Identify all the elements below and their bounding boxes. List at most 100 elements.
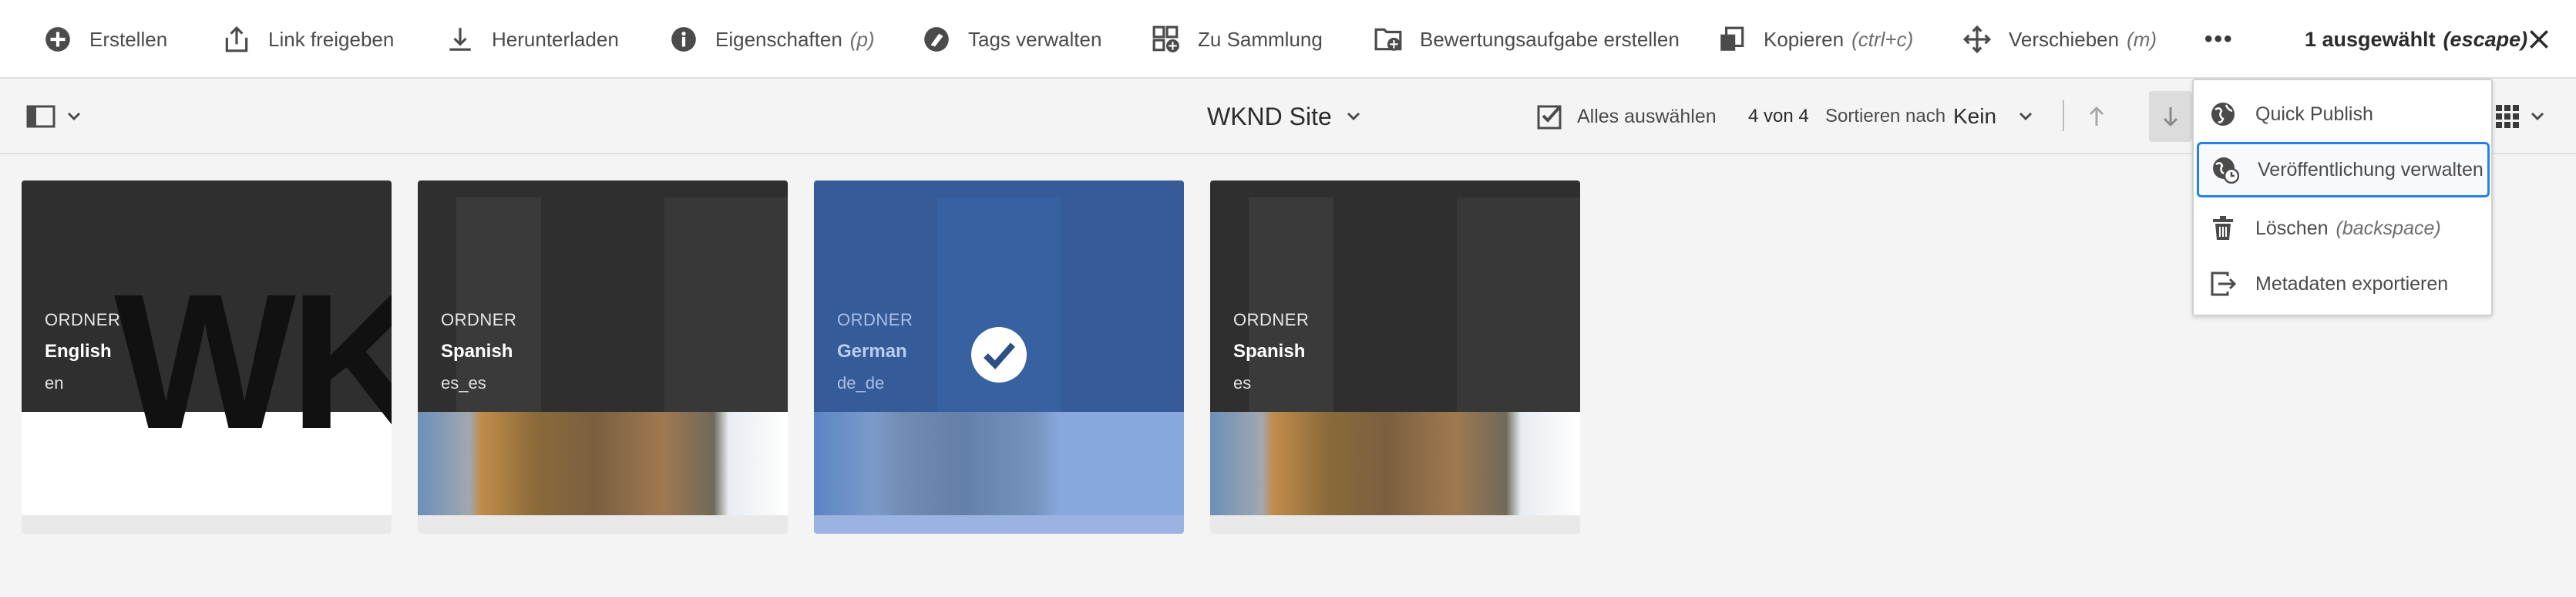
copy-icon — [1720, 26, 1744, 51]
add-circle-icon — [45, 27, 70, 52]
create-label: Erstellen — [89, 27, 168, 51]
menu-item-shortcut: (backspace) — [2336, 217, 2441, 239]
grid-view-icon — [2496, 105, 2519, 128]
card-text: ORDNER Spanish es_es — [441, 310, 516, 393]
card-code: en — [45, 373, 64, 393]
share-icon — [225, 25, 248, 52]
card-text: ORDNER English en — [45, 310, 120, 393]
sort-value: Kein — [1953, 104, 1997, 128]
site-title-dropdown[interactable]: WKND Site — [1207, 97, 1361, 136]
download-button[interactable]: Herunterladen — [446, 0, 619, 79]
manage-tags-label: Tags verwalten — [968, 27, 1102, 51]
menu-item-delete[interactable]: Löschen (backspace) — [2197, 201, 2490, 256]
close-selection-button[interactable] — [2527, 0, 2551, 79]
card-text: ORDNER German de_de — [837, 310, 913, 393]
selection-count: 1 ausgewählt (escape) — [2305, 0, 2527, 79]
menu-item-label: Metadaten exportieren — [2255, 272, 2449, 295]
manage-tags-button[interactable]: Tags verwalten — [922, 0, 1101, 79]
more-actions-menu: Quick Publish Veröffentlichung verwalten… — [2192, 79, 2493, 316]
card-type: ORDNER — [441, 310, 517, 329]
properties-label: Eigenschaften — [715, 27, 842, 51]
create-review-task-button[interactable]: Bewertungsaufgabe erstellen — [1374, 0, 1680, 79]
more-actions-button[interactable]: ••• — [2204, 0, 2234, 79]
selection-footer — [814, 515, 1184, 534]
card-code: es_es — [441, 373, 486, 393]
folder-card-selected[interactable]: ORDNER German de_de — [814, 180, 1184, 534]
more-icon: ••• — [2204, 26, 2234, 52]
thumbnail-shade — [1457, 197, 1580, 412]
arrow-down-icon — [2163, 107, 2178, 127]
trash-icon — [2213, 216, 2233, 240]
close-icon — [2530, 30, 2548, 49]
sort-dropdown[interactable]: Kein — [1953, 99, 2033, 134]
properties-shortcut: (p) — [849, 27, 875, 51]
move-label: Verschieben — [2009, 27, 2120, 51]
copy-shortcut: (ctrl+c) — [1851, 27, 1914, 51]
copy-button[interactable]: Kopieren (ctrl+c) — [1717, 0, 1913, 79]
card-thumbnail: ORDNER German de_de — [814, 180, 1184, 515]
share-link-button[interactable]: Link freigeben — [222, 0, 394, 79]
selection-count-shortcut: (escape) — [2443, 27, 2528, 51]
card-title: German — [837, 341, 907, 362]
move-icon — [1962, 25, 1992, 54]
thumbnail-shade — [664, 197, 788, 412]
card-title: English — [45, 341, 112, 362]
menu-item-label: Veröffentlichung verwalten — [2258, 158, 2484, 180]
folder-card[interactable]: WKN ORDNER English en — [22, 180, 392, 534]
share-link-label: Link freigeben — [268, 27, 395, 51]
card-code: es — [1233, 373, 1252, 393]
sort-label: Sortieren nach — [1825, 99, 1945, 134]
content-toolbar: WKND Site Alles auswählen 4 von 4 Sortie… — [0, 79, 2576, 154]
card-type: ORDNER — [1233, 310, 1310, 329]
move-shortcut: (m) — [2127, 27, 2157, 51]
checkbox-icon — [1537, 105, 1562, 130]
select-all-button[interactable]: Alles auswählen — [1537, 99, 1717, 134]
download-label: Herunterladen — [492, 27, 619, 51]
chevron-down-icon — [67, 112, 81, 121]
toolbar-divider — [2063, 100, 2064, 131]
selection-count-label: 1 ausgewählt — [2305, 27, 2436, 51]
export-icon — [2211, 272, 2237, 296]
menu-item-quick-publish[interactable]: Quick Publish — [2197, 86, 2490, 142]
create-button[interactable]: Erstellen — [43, 0, 167, 79]
card-thumbnail: ORDNER Spanish es — [1210, 180, 1580, 515]
arrow-up-icon — [2089, 106, 2104, 126]
sort-label-text: Sortieren nach — [1825, 106, 1946, 126]
thumbnail-image — [1210, 412, 1580, 515]
view-switcher-button[interactable] — [2494, 99, 2545, 134]
add-to-collection-label: Zu Sammlung — [1198, 27, 1323, 51]
menu-item-manage-publication[interactable]: Veröffentlichung verwalten — [2197, 142, 2490, 197]
tag-icon — [924, 27, 949, 52]
download-icon — [449, 28, 471, 51]
globe-clock-icon — [2213, 157, 2239, 184]
menu-item-export-metadata[interactable]: Metadaten exportieren — [2197, 256, 2490, 312]
chevron-down-icon — [2019, 112, 2033, 121]
chevron-down-icon — [1347, 112, 1360, 121]
card-title: Spanish — [441, 341, 513, 362]
card-text: ORDNER Spanish es — [1233, 310, 1309, 393]
collection-add-icon — [1152, 25, 1179, 52]
menu-item-label: Quick Publish — [2255, 103, 2373, 125]
add-to-collection-button[interactable]: Zu Sammlung — [1152, 0, 1323, 79]
card-thumbnail: ORDNER Spanish es_es — [418, 180, 788, 515]
info-icon — [671, 27, 696, 52]
folder-card[interactable]: ORDNER Spanish es — [1210, 180, 1580, 534]
properties-button[interactable]: Eigenschaften (p) — [669, 0, 875, 79]
globe-icon — [2211, 103, 2235, 126]
item-count: 4 von 4 — [1748, 99, 1809, 134]
chevron-down-icon — [2531, 112, 2544, 121]
card-type: ORDNER — [837, 310, 913, 329]
sort-ascending-button[interactable] — [2081, 99, 2112, 134]
sort-descending-button[interactable] — [2149, 91, 2192, 142]
rail-toggle-button[interactable] — [26, 99, 82, 134]
item-count-label: 4 von 4 — [1748, 106, 1809, 126]
checkmark-icon[interactable] — [970, 326, 1027, 383]
folder-add-icon — [1374, 28, 1402, 51]
move-button[interactable]: Verschieben (m) — [1962, 0, 2157, 79]
folder-card[interactable]: ORDNER Spanish es_es — [418, 180, 788, 534]
card-type: ORDNER — [45, 310, 121, 329]
select-all-label: Alles auswählen — [1577, 105, 1717, 127]
card-thumbnail: WKN ORDNER English en — [22, 180, 392, 515]
rail-icon — [26, 105, 55, 128]
card-title: Spanish — [1233, 341, 1306, 362]
